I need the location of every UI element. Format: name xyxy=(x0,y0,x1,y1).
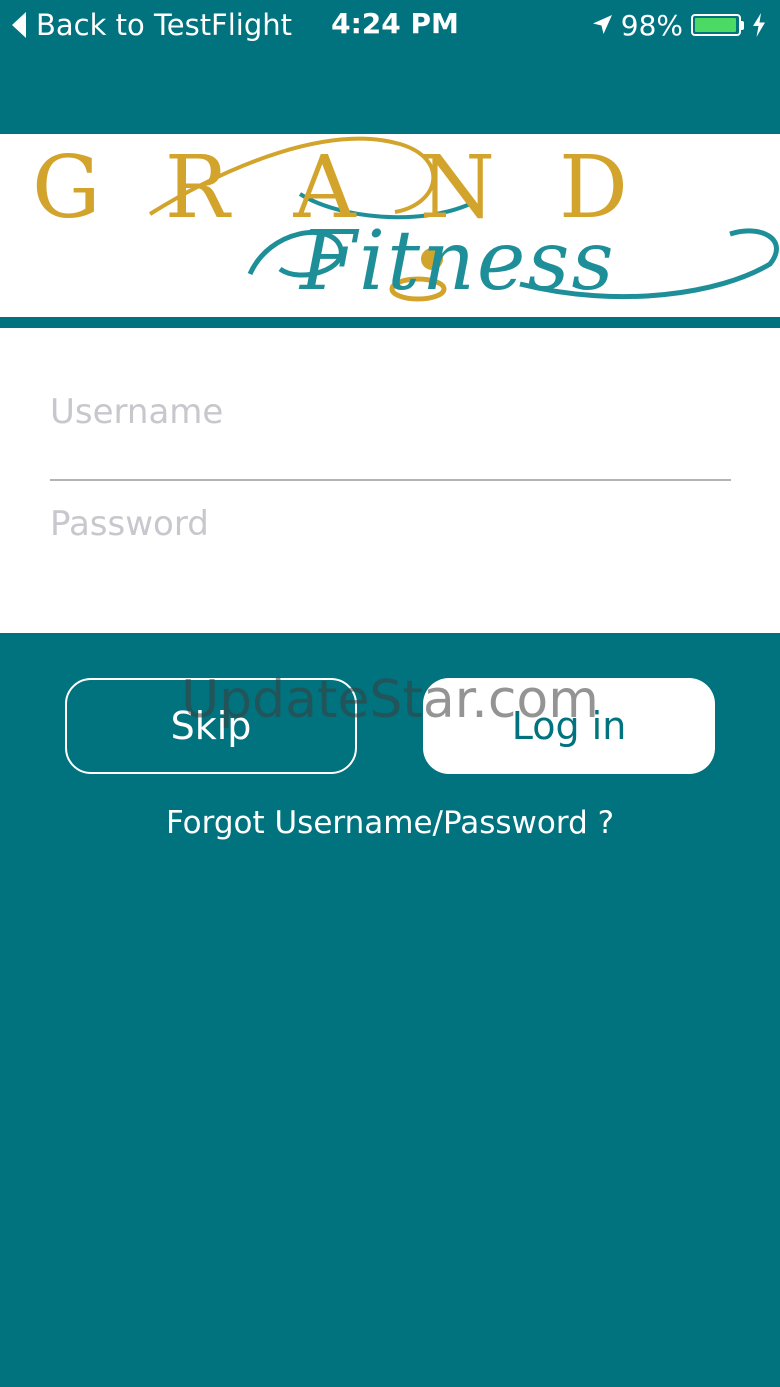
logo-letter: G xyxy=(32,138,101,238)
battery-percent: 98% xyxy=(620,8,683,42)
field-divider xyxy=(50,479,731,481)
location-arrow-icon xyxy=(592,15,612,34)
logo-letter: R xyxy=(164,138,230,238)
forgot-credentials-link[interactable]: Forgot Username/Password ? xyxy=(0,805,780,841)
logo-word-fitness: Fitness xyxy=(300,214,616,309)
charging-bolt-icon xyxy=(753,13,765,37)
login-button[interactable]: Log in xyxy=(423,678,715,774)
battery-nub xyxy=(741,20,744,30)
status-bar: Back to TestFlight 4:24 PM 98% xyxy=(0,0,780,50)
battery-level xyxy=(695,18,737,32)
battery-icon xyxy=(691,14,741,36)
login-form xyxy=(0,328,780,633)
username-input[interactable] xyxy=(50,376,731,448)
skip-button[interactable]: Skip xyxy=(65,678,357,774)
password-input[interactable] xyxy=(50,488,731,560)
status-indicators: 98% xyxy=(591,6,766,44)
grand-fitness-logo: G R A N D Fitness xyxy=(0,134,780,317)
